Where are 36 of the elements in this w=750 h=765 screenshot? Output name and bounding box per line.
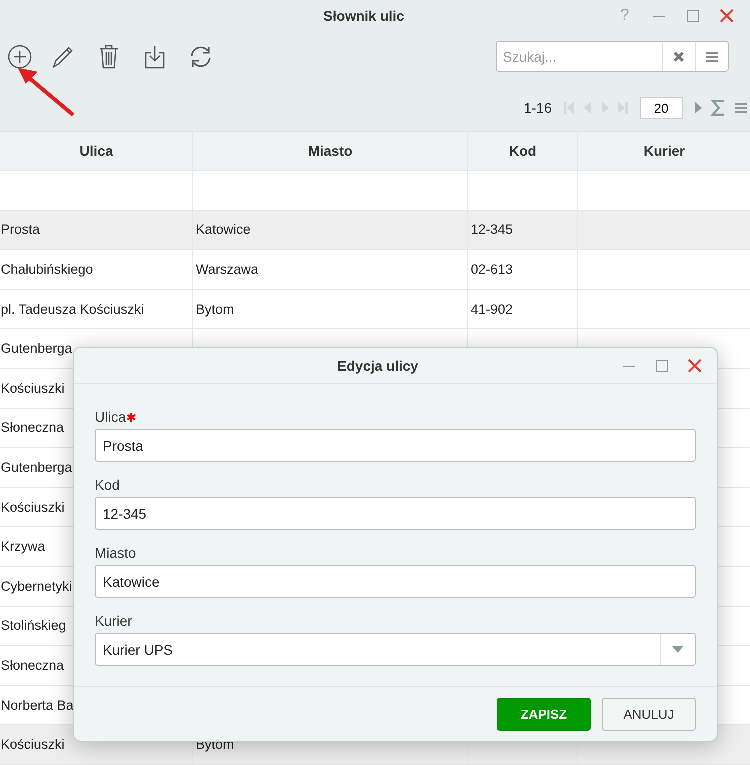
play-icon[interactable] (694, 101, 702, 115)
page-size-field[interactable]: 20 (640, 97, 683, 119)
input-field[interactable]: Prosta (95, 429, 696, 462)
input-field[interactable]: Katowice (95, 565, 696, 598)
dialog-title: Edycja ulicy (336, 358, 420, 374)
column-header[interactable]: Ulica (0, 132, 193, 170)
table-cell: pl. Tadeusza Kościuszki (0, 290, 193, 328)
cancel-button[interactable]: ANULUJ (602, 698, 696, 730)
dropdown[interactable]: Kurier UPS (95, 633, 696, 666)
plus-circle-icon (7, 44, 33, 70)
trash-icon (97, 43, 121, 71)
menu-icon (705, 50, 719, 62)
refresh-icon (188, 44, 214, 70)
table-cell: Bytom (193, 290, 468, 328)
download-icon (143, 43, 167, 71)
table-cell: Prosta (0, 210, 193, 250)
column-header[interactable]: Kod (468, 132, 578, 170)
table-cell: Katowice (193, 210, 468, 250)
field-label: Miasto (95, 545, 136, 561)
table-cell: 41-902 (468, 290, 578, 328)
table-cell: 12-345 (468, 210, 578, 250)
column-header[interactable]: Kurier (578, 132, 750, 170)
close-icon (673, 50, 685, 62)
menu-icon[interactable] (734, 102, 748, 114)
column-header[interactable]: Miasto (193, 132, 468, 170)
search-input[interactable]: Szukaj... (497, 42, 662, 71)
table-cell: Chałubińskiego (0, 250, 193, 289)
search-field[interactable]: Szukaj... (496, 41, 729, 72)
page-range: 1-16 (524, 100, 552, 116)
save-button[interactable]: ZAPISZ (497, 698, 591, 730)
window-title: Słownik ulic (322, 8, 406, 24)
field-label: Kurier (95, 613, 132, 629)
field-label: Ulica (95, 409, 126, 425)
table-cell: Warszawa (193, 250, 468, 289)
table-cell: 02-613 (468, 250, 578, 289)
input-field[interactable]: 12-345 (95, 497, 696, 530)
